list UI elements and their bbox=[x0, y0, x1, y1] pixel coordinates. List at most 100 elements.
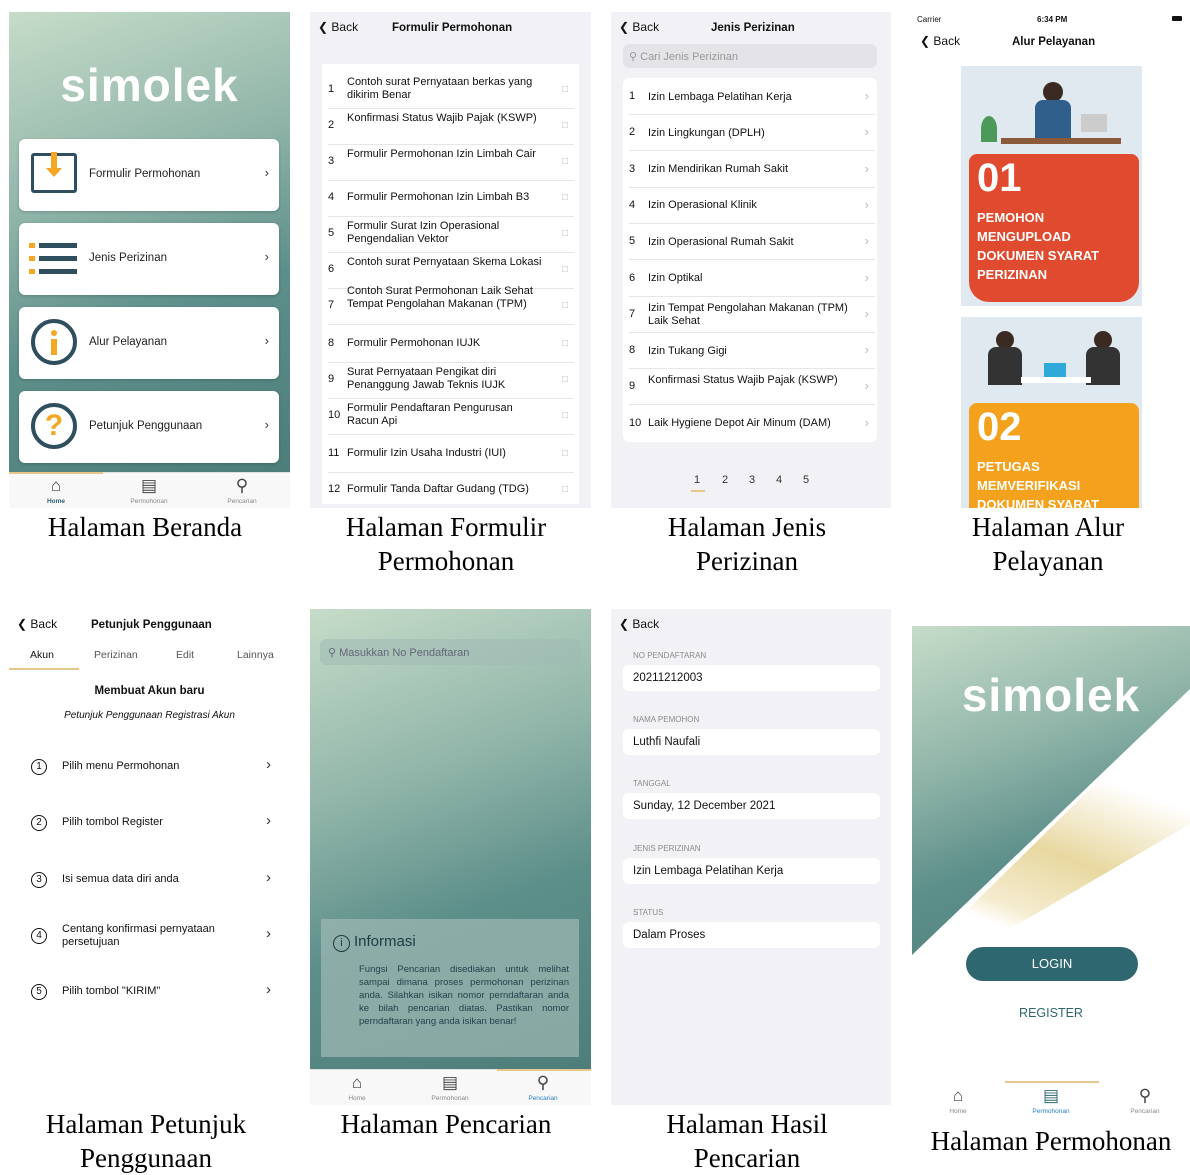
tab-home[interactable]: ⌂ Home bbox=[26, 477, 86, 506]
menu-label: Alur Pelayanan bbox=[89, 336, 167, 348]
permit-item[interactable]: 8 Izin Tukang Gigi › bbox=[629, 342, 875, 370]
document-icon[interactable]: □ bbox=[562, 483, 568, 496]
tab-home[interactable]: ⌂ Home bbox=[928, 1087, 988, 1116]
permit-item[interactable]: 3 Izin Mendirikan Rumah Sakit › bbox=[629, 160, 875, 188]
caption: Halaman Permohonan bbox=[930, 1126, 1172, 1156]
tab-label: Home bbox=[949, 1108, 967, 1115]
form-item[interactable]: 11 Formulir Izin Usaha Industri (IUI) □ bbox=[328, 447, 574, 473]
form-item[interactable]: 9 Surat Pernyataan Pengikat diri Penanggu… bbox=[328, 366, 574, 399]
permit-item[interactable]: 1 Izin Lembaga Pelatihan Kerja › bbox=[629, 89, 875, 115]
tab-lainnya[interactable]: Lainnya bbox=[237, 649, 274, 661]
nav-bar: ❮ Back Petunjuk Penggunaan bbox=[9, 609, 290, 639]
tab-perizinan[interactable]: Perizinan bbox=[94, 649, 138, 661]
tab-bar: ⌂ Home ▤ Permohonan ⚲ Pencarian bbox=[912, 1081, 1190, 1123]
page-1[interactable]: 1 bbox=[694, 474, 700, 486]
permit-item[interactable]: 4 Izin Operasional Klinik › bbox=[629, 198, 875, 224]
form-item[interactable]: 5 Formulir Surat Izin Operasional Pengend… bbox=[328, 220, 574, 253]
permit-item[interactable]: 2 Izin Lingkungan (DPLH) › bbox=[629, 125, 875, 152]
permit-item-title: Izin Mendirikan Rumah Sakit bbox=[648, 163, 789, 176]
guide-step[interactable]: 4 Centang konfirmasi pernyataan persetuju… bbox=[31, 923, 271, 949]
permit-item[interactable]: 5 Izin Operasional Rumah Sakit › bbox=[629, 234, 875, 261]
tab-home[interactable]: ⌂ Home bbox=[327, 1074, 387, 1103]
permit-item-title: Izin Tukang Gigi bbox=[648, 344, 727, 357]
menu-formulir-permohonan[interactable]: Formulir Permohonan › bbox=[19, 139, 279, 211]
tab-edit[interactable]: Edit bbox=[176, 649, 194, 661]
form-item[interactable]: 1 Contoh surat Pernyataan berkas yang dik… bbox=[328, 76, 574, 109]
chevron-right-icon: › bbox=[864, 342, 869, 358]
permit-item[interactable]: 9 Konfirmasi Status Wajib Pajak (KSWP) › bbox=[629, 374, 875, 406]
tab-bar: ⌂ Home ▤ Permohonan ⚲ Pencarian bbox=[9, 472, 290, 508]
document-icon[interactable]: □ bbox=[562, 119, 568, 132]
permit-item[interactable]: 7 Izin Tempat Pengolahan Makanan (TPM) La… bbox=[629, 301, 875, 333]
back-button[interactable]: ❮ Back bbox=[318, 20, 358, 34]
tab-pencarian[interactable]: ⚲ Pencarian bbox=[212, 477, 272, 506]
page-2[interactable]: 2 bbox=[722, 474, 728, 486]
permit-item-number: 1 bbox=[629, 90, 636, 102]
document-icon[interactable]: □ bbox=[562, 299, 568, 312]
chevron-right-icon: › bbox=[264, 333, 269, 348]
tab-label: Permohonan bbox=[130, 498, 168, 505]
form-item[interactable]: 10 Formulir Pendaftaran Pengurusan Racun … bbox=[328, 402, 574, 435]
caption: Halaman Formulir Permohonan bbox=[345, 512, 547, 576]
permit-item[interactable]: 10 Laik Hygiene Depot Air Minum (DAM) › bbox=[629, 416, 869, 430]
form-item-title: Contoh Surat Permohonan Laik Sehat Tempa… bbox=[347, 285, 533, 310]
form-item-number: 5 bbox=[328, 227, 335, 239]
permit-item-title: Izin Lembaga Pelatihan Kerja bbox=[648, 90, 792, 103]
register-link[interactable]: REGISTER bbox=[912, 1006, 1190, 1020]
search-input[interactable]: ⚲ Masukkan No Pendaftaran bbox=[320, 639, 581, 665]
page-5[interactable]: 5 bbox=[803, 474, 809, 486]
permit-item-number: 3 bbox=[629, 162, 636, 175]
back-button[interactable]: ❮ Back bbox=[619, 617, 659, 631]
guide-step[interactable]: 1 Pilih menu Permohonan › bbox=[31, 757, 271, 775]
page-3[interactable]: 3 bbox=[749, 474, 755, 486]
tab-permohonan[interactable]: ▤ Permohonan bbox=[119, 477, 179, 506]
document-icon[interactable]: □ bbox=[562, 409, 568, 422]
document-icon[interactable]: □ bbox=[562, 373, 568, 386]
tab-permohonan[interactable]: ▤ Permohonan bbox=[1021, 1087, 1081, 1116]
menu-alur-pelayanan[interactable]: Alur Pelayanan › bbox=[19, 307, 279, 379]
permit-item-title: Izin Tempat Pengolahan Makanan (TPM) Lai… bbox=[648, 301, 848, 327]
permit-item-title: Izin Operasional Rumah Sakit bbox=[648, 235, 794, 248]
flow-step-card: 01 PEMOHON MENGUPLOAD DOKUMEN SYARAT PER… bbox=[961, 66, 1142, 306]
document-icon[interactable]: □ bbox=[562, 337, 568, 350]
back-button[interactable]: ❮ Back bbox=[619, 20, 659, 34]
tab-akun[interactable]: Akun bbox=[30, 649, 54, 661]
document-icon[interactable]: □ bbox=[562, 155, 568, 168]
form-item[interactable]: 4 Formulir Permohonan Izin Limbah B3 □ bbox=[328, 191, 574, 217]
form-item[interactable]: 3 Formulir Permohonan Izin Limbah Cair □ bbox=[328, 148, 574, 181]
document-icon[interactable]: □ bbox=[562, 263, 568, 276]
form-item[interactable]: 12 Formulir Tanda Daftar Gudang (TDG) □ bbox=[328, 483, 568, 497]
tab-pencarian[interactable]: ⚲ Pencarian bbox=[513, 1074, 573, 1103]
step-number-circle: 3 bbox=[31, 871, 47, 888]
guide-step[interactable]: 5 Pilih tombol "KIRIM" › bbox=[31, 982, 271, 1001]
form-item[interactable]: 6 Contoh surat Pernyataan Skema Lokasi □ bbox=[328, 256, 574, 289]
menu-jenis-perizinan[interactable]: Jenis Perizinan › bbox=[19, 223, 279, 295]
tab-label: Pencarian bbox=[528, 1095, 558, 1102]
back-button[interactable]: ❮ Back bbox=[17, 617, 57, 631]
search-input[interactable]: ⚲ Cari Jenis Perizinan bbox=[623, 44, 877, 68]
form-item-title: Formulir Izin Usaha Industri (IUI) bbox=[347, 447, 506, 459]
document-icon[interactable]: □ bbox=[562, 447, 568, 460]
tab-pencarian[interactable]: ⚲ Pencarian bbox=[1115, 1087, 1175, 1116]
form-item-title: Konfirmasi Status Wajib Pajak (KSWP) bbox=[347, 112, 537, 124]
document-icon[interactable]: □ bbox=[562, 227, 568, 240]
guide-step[interactable]: 2 Pilih tombol Register › bbox=[31, 813, 271, 832]
form-item[interactable]: 2 Konfirmasi Status Wajib Pajak (KSWP) □ bbox=[328, 112, 574, 145]
guide-heading: Membuat Akun baru bbox=[94, 685, 205, 697]
form-item[interactable]: 8 Formulir Permohonan IUJK □ bbox=[328, 337, 574, 363]
page-4[interactable]: 4 bbox=[776, 474, 782, 486]
form-item[interactable]: 7 Contoh Surat Permohonan Laik Sehat Temp… bbox=[328, 285, 574, 327]
document-icon[interactable]: □ bbox=[562, 191, 568, 204]
tab-permohonan[interactable]: ▤ Permohonan bbox=[420, 1074, 480, 1103]
menu-petunjuk-penggunaan[interactable]: ? Petunjuk Penggunaan › bbox=[19, 391, 279, 463]
search-icon: ⚲ bbox=[328, 647, 337, 659]
login-button[interactable]: LOGIN bbox=[966, 947, 1138, 981]
document-icon[interactable]: □ bbox=[562, 83, 568, 96]
page-title: Alur Pelayanan bbox=[1012, 36, 1096, 48]
back-button[interactable]: ❮ Back bbox=[920, 34, 960, 48]
permit-item[interactable]: 6 Izin Optikal › bbox=[629, 271, 875, 297]
field-label: NO PENDAFTARAN bbox=[633, 651, 707, 660]
guide-step[interactable]: 3 Isi semua data diri anda › bbox=[31, 870, 271, 888]
chevron-right-icon: › bbox=[864, 160, 869, 176]
field-value: Dalam Proses bbox=[623, 921, 880, 948]
